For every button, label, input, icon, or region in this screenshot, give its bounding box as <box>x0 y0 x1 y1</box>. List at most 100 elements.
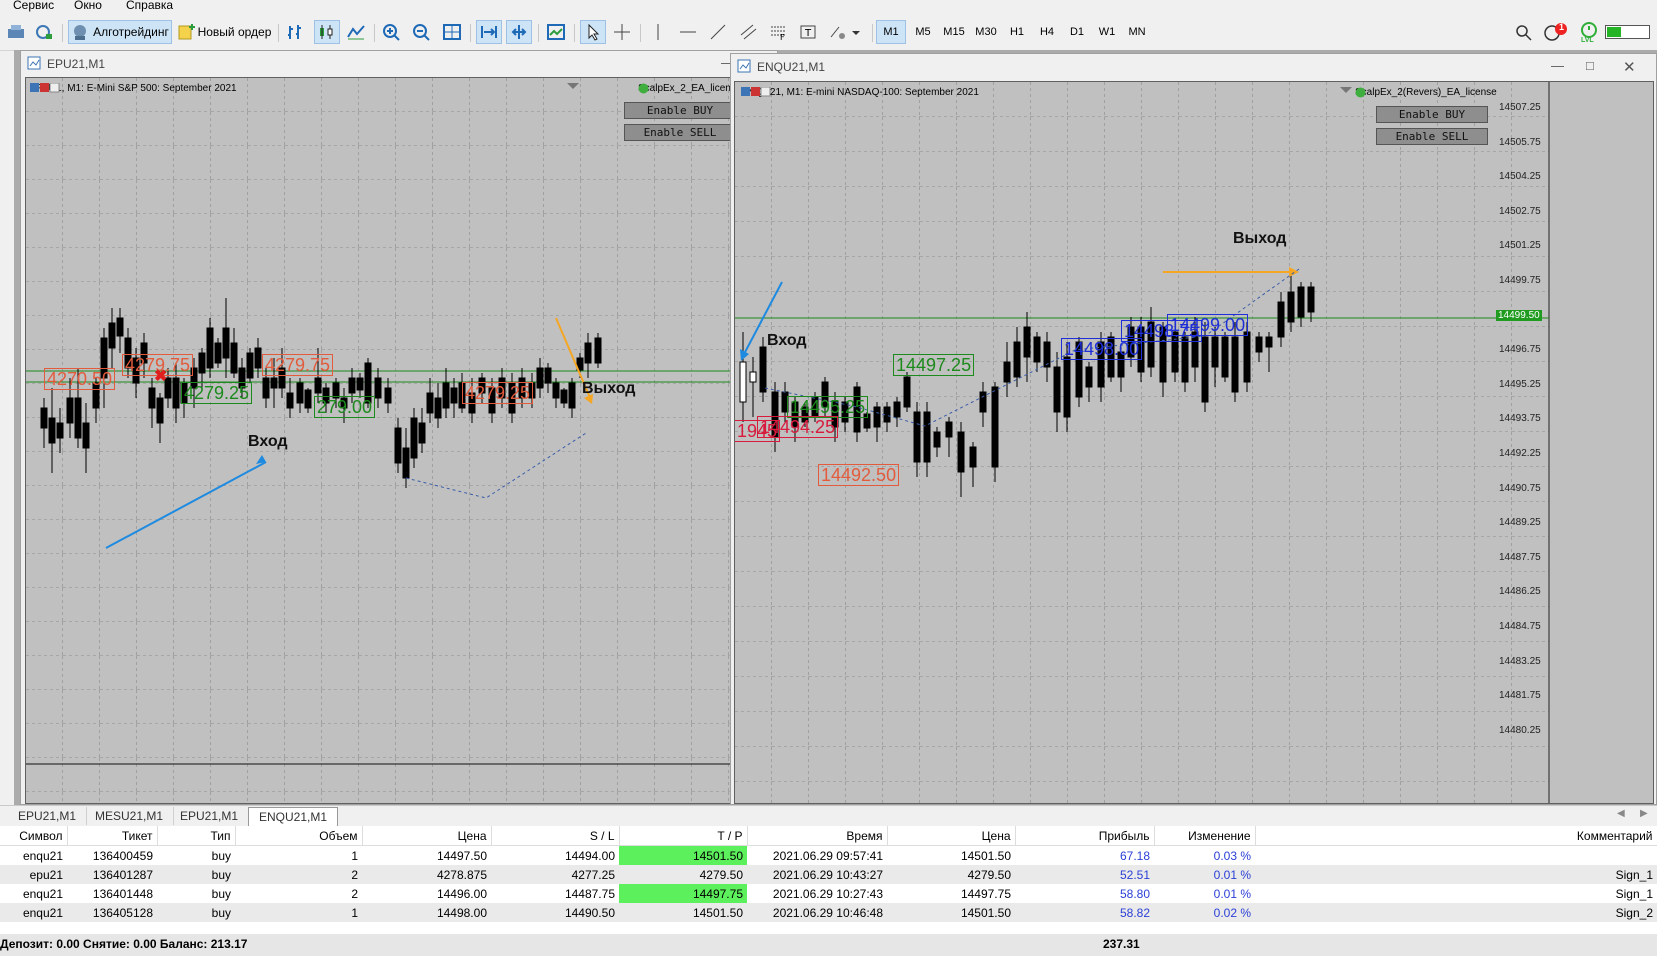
timeframe-m15-button[interactable]: M15 <box>938 20 970 44</box>
maximize-button[interactable]: □ <box>1586 58 1594 73</box>
table-cell: 58.80 <box>1119 886 1150 901</box>
price-axis-label: 14481.75 <box>1499 690 1541 702</box>
tile-windows-icon[interactable] <box>440 20 464 44</box>
auto-scroll-icon[interactable] <box>476 20 502 44</box>
chart-shift-icon[interactable] <box>506 20 532 44</box>
bar-chart-icon[interactable] <box>284 20 308 44</box>
table-cell: 0.01 % <box>1213 886 1251 901</box>
table-row[interactable]: enqu21 136400459 buy 1 14497.50 14494.00 14501… <box>0 845 1657 865</box>
text-tool-icon[interactable]: T <box>796 20 820 44</box>
column-header[interactable]: Прибыль <box>1015 826 1155 846</box>
column-header[interactable]: Цена <box>887 826 1016 846</box>
market-icon[interactable] <box>4 20 28 44</box>
enable-sell-button[interactable]: Enable SELL <box>624 124 736 141</box>
price-axis-label: 14496.75 <box>1499 344 1541 356</box>
table-cell: enqu21 <box>22 848 63 863</box>
crosshair-icon[interactable] <box>610 20 634 44</box>
minimize-button[interactable]: — <box>1551 58 1564 73</box>
chart-window-enqu21[interactable]: ENQU21,M1 — □ ✕ ENQU21, M1: E-mini NASDA… <box>730 53 1657 805</box>
notifications-icon[interactable]: 1 <box>1542 20 1572 44</box>
cursor-icon[interactable] <box>580 20 606 44</box>
entry-box: 4279.25 <box>181 382 253 404</box>
menu-window[interactable]: Окно <box>74 0 102 12</box>
column-header[interactable]: T / P <box>619 826 748 846</box>
column-header[interactable]: Тип <box>157 826 236 846</box>
table-cell: 14501.50 <box>887 903 1015 922</box>
line-chart-icon[interactable] <box>344 20 368 44</box>
chart-window-icon <box>27 56 41 70</box>
enable-buy-button[interactable]: Enable BUY <box>624 102 736 119</box>
ea-status-icon <box>638 83 649 94</box>
zoom-out-icon[interactable] <box>410 20 434 44</box>
candle-body <box>198 352 206 374</box>
column-header[interactable]: Цена <box>362 826 492 846</box>
ea-label: ScalpEx_2_EA_license <box>638 83 742 94</box>
candle-body <box>418 422 426 444</box>
tabs-right-arrow-icon[interactable]: ▶ <box>1640 808 1648 819</box>
channel-icon[interactable] <box>736 20 760 44</box>
window-titlebar[interactable]: ENQU21,M1 — □ ✕ <box>731 54 1656 80</box>
navigator-icon[interactable] <box>32 20 56 44</box>
column-header[interactable]: Объем <box>235 826 363 846</box>
horizontal-line-icon[interactable] <box>676 20 700 44</box>
column-header[interactable]: Тикет <box>67 826 158 846</box>
timeframe-w1-button[interactable]: W1 <box>1092 20 1122 44</box>
fibonacci-icon[interactable]: F <box>766 20 790 44</box>
new-order-button[interactable]: Новый ордер <box>176 20 272 44</box>
search-icon[interactable] <box>1512 20 1536 44</box>
table-cell: 14490.50 <box>491 903 619 922</box>
column-header[interactable]: Время <box>747 826 888 846</box>
column-header[interactable]: Комментарий <box>1255 826 1657 846</box>
timeframe-h1-button[interactable]: H1 <box>1002 20 1032 44</box>
chart-flags-icon <box>741 87 771 97</box>
candlestick-chart-icon[interactable] <box>314 20 340 44</box>
table-cell: epu21 <box>0 865 67 884</box>
timeframe-m5-button[interactable]: M5 <box>908 20 938 44</box>
algotrading-button[interactable]: Алготрейдинг <box>68 20 172 44</box>
shapes-dropdown-icon[interactable] <box>826 20 866 44</box>
tabs-left-arrow-icon[interactable]: ◀ <box>1617 808 1625 819</box>
enable-buy-button[interactable]: Enable BUY <box>1376 106 1488 123</box>
timeframe-mn-button[interactable]: MN <box>1122 20 1152 44</box>
table-row[interactable]: epu21 136401287 buy 2 4278.875 4277.25 4279.50… <box>0 865 1657 884</box>
new-order-icon <box>178 24 195 40</box>
table-row[interactable]: enqu21 136401448 buy 2 14496.00 14487.75 14497… <box>0 884 1657 903</box>
timeframe-h4-button[interactable]: H4 <box>1032 20 1062 44</box>
vertical-line-icon[interactable] <box>646 20 670 44</box>
price-axis-label: 14487.75 <box>1499 551 1541 563</box>
zoom-in-icon[interactable] <box>380 20 404 44</box>
column-header[interactable]: Изменение <box>1154 826 1256 846</box>
candle-body <box>314 377 322 394</box>
tab-epu21-2[interactable]: EPU21,M1 <box>170 807 250 825</box>
total-profit: 237.31 <box>1103 937 1140 951</box>
window-titlebar[interactable]: EPU21,M1 — □ <box>21 51 777 77</box>
candle-body <box>48 417 56 444</box>
chart-area-enqu21[interactable]: ENQU21, M1: E-mini NASDAQ-100: September… <box>734 81 1654 804</box>
indicators-icon[interactable] <box>544 20 568 44</box>
timeframe-d1-button[interactable]: D1 <box>1062 20 1092 44</box>
tab-enqu21[interactable]: ENQU21,M1 <box>248 807 339 826</box>
candle-body <box>1181 336 1189 383</box>
price-axis-label: 14483.25 <box>1499 655 1541 667</box>
column-header[interactable]: Символ <box>0 826 68 846</box>
timeframe-m1-button[interactable]: M1 <box>876 20 906 44</box>
trendline-icon[interactable] <box>706 20 730 44</box>
chart-window-epu21[interactable]: EPU21,M1 — □ <box>20 50 778 805</box>
column-header[interactable]: S / L <box>491 826 620 846</box>
menu-service[interactable]: Сервис <box>13 0 54 12</box>
timeframe-m30-button[interactable]: M30 <box>970 20 1002 44</box>
enable-sell-button[interactable]: Enable SELL <box>1376 128 1488 145</box>
main-toolbar: Алготрейдинг Новый ордер F T M1 M5 M15 M… <box>0 14 1657 51</box>
candle-body <box>148 387 156 409</box>
close-icon[interactable]: ✕ <box>1623 58 1636 76</box>
table-row[interactable]: enqu21 136405128 buy 1 14498.00 14490.50 14501… <box>0 903 1657 922</box>
menu-help[interactable]: Справка <box>126 0 173 12</box>
tab-mesu21[interactable]: MESU21,M1 <box>85 807 175 825</box>
sl-box: 4279.75 <box>262 354 334 376</box>
table-cell: enqu21 <box>0 903 67 922</box>
price-axis-label: 14492.25 <box>1499 448 1541 459</box>
tab-epu21[interactable]: EPU21,M1 <box>8 807 88 825</box>
price-axis-label: 14486.25 <box>1499 586 1541 598</box>
chart-area-epu21[interactable]: EPU21, M1: E-Mini S&P 500: September 202… <box>25 77 773 804</box>
price-axis-label: 14505.75 <box>1499 136 1541 148</box>
